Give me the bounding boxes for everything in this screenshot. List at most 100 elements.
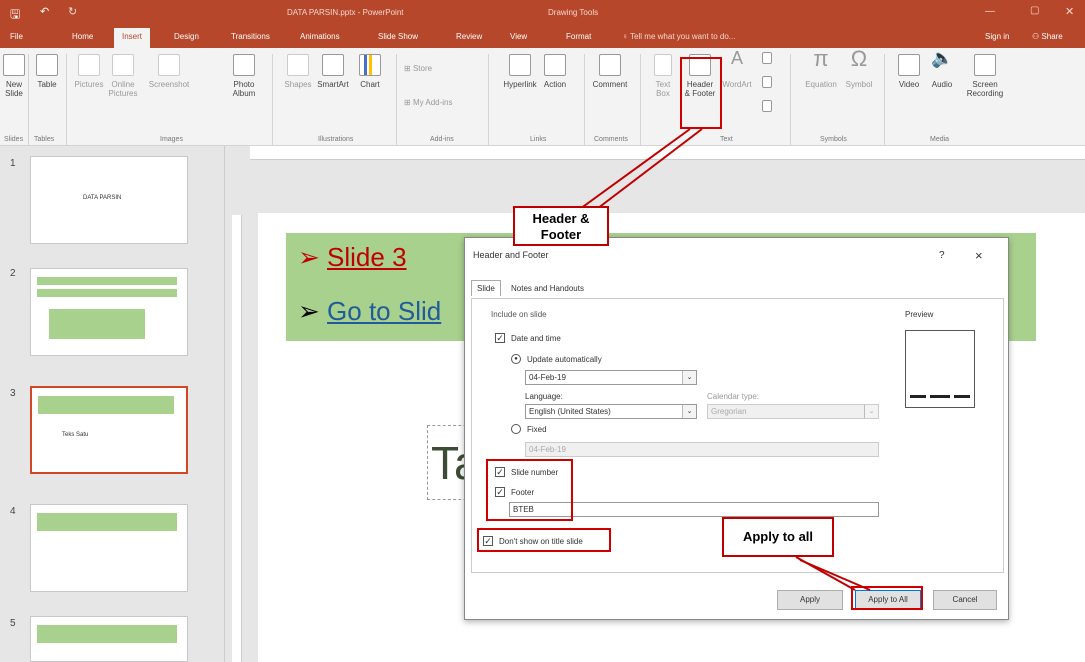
table-button[interactable]: Table	[33, 54, 61, 89]
update-auto-radio[interactable]: ●	[511, 354, 521, 364]
redo-icon[interactable]: ↻	[68, 5, 77, 18]
group-label-media: Media	[930, 136, 950, 143]
tab-transitions[interactable]: Transitions	[231, 32, 270, 41]
close-window-icon[interactable]: ✕	[1065, 5, 1074, 18]
save-icon[interactable]: 🖫	[10, 5, 20, 26]
tab-notes-handouts[interactable]: Notes and Handouts	[511, 284, 584, 293]
comment-button[interactable]: Comment	[590, 54, 630, 89]
slide-thumbnail-1[interactable]: DATA PARSIN	[30, 156, 188, 244]
pi-icon: π	[813, 46, 829, 71]
calendar-type-value: Gregorian	[711, 407, 747, 416]
date-time-checkbox[interactable]: ✓	[495, 333, 505, 343]
slide-bullet-1[interactable]: ➢ Slide 3	[298, 242, 407, 273]
close-icon[interactable]: ×	[975, 248, 983, 263]
sign-in-link[interactable]: Sign in	[985, 32, 1009, 41]
thumbnail-number: 5	[10, 618, 16, 629]
slide-thumbnail-4[interactable]	[30, 504, 188, 592]
group-label-tables: Tables	[34, 136, 55, 143]
symbol-button[interactable]: Ω Symbol	[842, 46, 876, 90]
tab-review[interactable]: Review	[456, 32, 482, 41]
preview-box	[905, 330, 975, 408]
action-button[interactable]: Action	[540, 54, 570, 89]
thumbnail-bar	[37, 277, 177, 285]
wordart-label: WordArt	[722, 80, 752, 89]
hyperlink-button[interactable]: Hyperlink	[500, 54, 540, 89]
wordart-button[interactable]: A WordArt	[720, 49, 754, 89]
chart-button[interactable]: Chart	[356, 54, 384, 89]
thumbnail-number: 2	[10, 268, 16, 279]
tell-me-text: Tell me what you want to do...	[630, 32, 736, 41]
undo-icon[interactable]: ↶	[40, 5, 49, 18]
context-title: Drawing Tools	[548, 8, 599, 17]
tab-design[interactable]: Design	[174, 32, 199, 41]
date-format-value: 04-Feb-19	[529, 373, 566, 382]
tab-file[interactable]: File	[10, 32, 23, 41]
object-button[interactable]	[760, 100, 774, 116]
my-addins-button[interactable]: ⊞ My Add-ins	[404, 98, 464, 107]
group-label-images: Images	[160, 136, 183, 143]
tab-insert[interactable]: Insert	[114, 28, 151, 48]
apply-button[interactable]: Apply	[777, 590, 843, 610]
slide-link-2[interactable]: Go to Slid	[327, 296, 441, 326]
tab-view[interactable]: View	[510, 32, 527, 41]
new-slide-button[interactable]: New Slide	[2, 54, 26, 98]
fixed-date-value: 04-Feb-19	[529, 445, 566, 454]
pictures-label: Pictures	[74, 80, 104, 89]
language-select[interactable]: English (United States) ⌄	[525, 404, 697, 419]
slide-thumbnail-3[interactable]: Teks Satu	[30, 386, 188, 474]
omega-icon: Ω	[850, 46, 868, 71]
online-pictures-button[interactable]: Online Pictures	[105, 54, 141, 98]
slide-number-button[interactable]	[760, 76, 774, 92]
pictures-button[interactable]: Pictures	[72, 54, 106, 89]
share-button[interactable]: ⚇ Share	[1032, 32, 1063, 41]
table-label: Table	[37, 80, 57, 89]
help-icon[interactable]: ?	[939, 250, 945, 261]
divider	[28, 54, 29, 146]
arrow-bullet-icon: ➢	[298, 242, 320, 272]
fixed-date-input[interactable]: 04-Feb-19	[525, 442, 879, 457]
tab-slide[interactable]: Slide	[471, 280, 501, 296]
tab-format[interactable]: Format	[566, 32, 591, 41]
slide-number-footer-highlight	[486, 459, 573, 521]
shapes-button[interactable]: Shapes	[283, 54, 313, 89]
photo-album-button[interactable]: Photo Album	[227, 54, 261, 98]
thumbnail-number: 3	[10, 388, 16, 399]
minimize-icon[interactable]: —	[985, 6, 995, 17]
screenshot-button[interactable]: Screenshot	[146, 54, 192, 89]
smartart-button[interactable]: SmartArt	[315, 54, 351, 89]
slide-thumbnail-2[interactable]	[30, 268, 188, 356]
tab-animations[interactable]: Animations	[300, 32, 340, 41]
photo-album-label: Photo Album	[232, 80, 256, 98]
tab-home[interactable]: Home	[72, 32, 93, 41]
thumbnail-number: 1	[10, 158, 16, 169]
audio-button[interactable]: 🔈 Audio	[928, 49, 956, 89]
calendar-type-label: Calendar type:	[707, 392, 760, 401]
language-value: English (United States)	[529, 407, 611, 416]
chevron-down-icon: ⌄	[864, 405, 878, 418]
include-on-slide-label: Include on slide	[491, 310, 547, 319]
smartart-icon	[322, 54, 344, 76]
preview-footer-mark	[930, 395, 950, 398]
tab-slideshow[interactable]: Slide Show	[378, 32, 418, 41]
divider	[66, 54, 67, 146]
store-button[interactable]: ⊞ Store	[404, 64, 444, 73]
thumbnail-title: DATA PARSIN	[83, 195, 122, 201]
date-format-select[interactable]: 04-Feb-19 ⌄	[525, 370, 697, 385]
screenshot-label: Screenshot	[148, 80, 190, 89]
slide-link-1[interactable]: Slide 3	[327, 242, 407, 272]
divider	[884, 54, 885, 146]
text-box-button[interactable]: Text Box	[652, 54, 674, 98]
tell-me-search[interactable]: ♀ Tell me what you want to do...	[622, 32, 735, 41]
slide-bullet-2[interactable]: ➢ Go to Slid	[298, 296, 441, 327]
screen-recording-button[interactable]: Screen Recording	[960, 54, 1010, 98]
equation-button[interactable]: π Equation	[802, 46, 840, 90]
maximize-icon[interactable]: ▢	[1030, 5, 1039, 16]
smartart-label: SmartArt	[317, 80, 349, 89]
fixed-radio[interactable]	[511, 424, 521, 434]
slide-number-icon	[762, 76, 772, 88]
divider	[488, 54, 489, 146]
video-button[interactable]: Video	[895, 54, 923, 89]
cancel-button[interactable]: Cancel	[933, 590, 997, 610]
slide-thumbnail-5[interactable]	[30, 616, 188, 662]
date-time-button[interactable]	[760, 52, 774, 68]
